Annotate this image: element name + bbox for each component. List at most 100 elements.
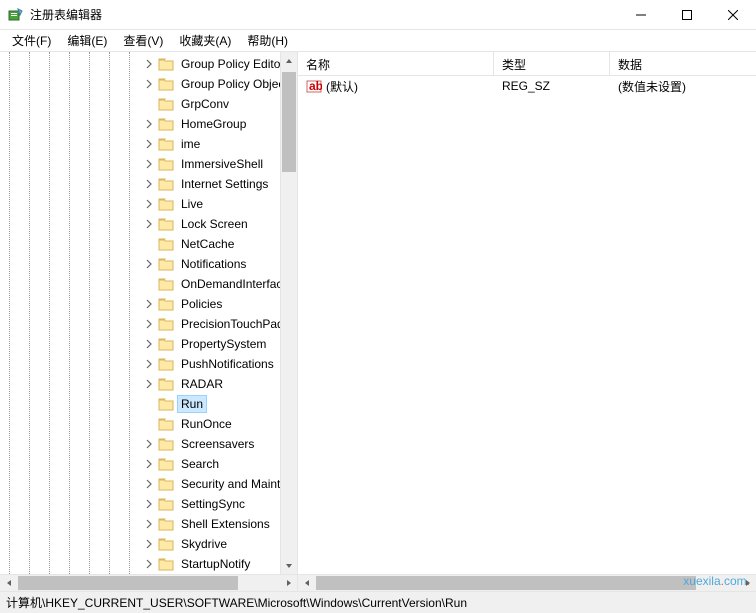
menu-file[interactable]: 文件(F) (4, 30, 59, 51)
tree-node-label[interactable]: Screensavers (178, 436, 257, 452)
tree-scrollbar-thumb[interactable] (282, 72, 296, 172)
tree-node[interactable]: Run (0, 394, 297, 414)
tree-node-label[interactable]: StartupNotify (178, 556, 253, 572)
minimize-button[interactable] (618, 0, 664, 30)
chevron-right-icon[interactable] (142, 77, 156, 91)
tree-node-label[interactable]: Skydrive (178, 536, 230, 552)
tree-node-label[interactable]: Lock Screen (178, 216, 251, 232)
chevron-right-icon[interactable] (142, 57, 156, 71)
tree-hscroll-thumb[interactable] (18, 576, 238, 590)
scroll-up-icon[interactable] (281, 52, 297, 69)
tree-node[interactable]: Internet Settings (0, 174, 297, 194)
chevron-right-icon[interactable] (142, 177, 156, 191)
tree-node[interactable]: RunOnce (0, 414, 297, 434)
column-type[interactable]: 类型 (494, 52, 610, 75)
scroll-right-icon[interactable] (739, 575, 756, 591)
tree-node[interactable]: OnDemandInterface (0, 274, 297, 294)
tree-node[interactable]: Lock Screen (0, 214, 297, 234)
tree-node-label[interactable]: RunOnce (178, 416, 235, 432)
tree-node[interactable]: GrpConv (0, 94, 297, 114)
tree-node-label[interactable]: Group Policy Objec (178, 76, 287, 92)
tree-node-label[interactable]: GrpConv (178, 96, 232, 112)
list-horizontal-scrollbar[interactable] (298, 574, 756, 591)
tree-node[interactable]: Notifications (0, 254, 297, 274)
tree-node-label[interactable]: Group Policy Editor (178, 56, 287, 72)
chevron-right-icon[interactable] (142, 477, 156, 491)
tree-node[interactable]: NetCache (0, 234, 297, 254)
chevron-right-icon[interactable] (142, 457, 156, 471)
tree-node-label[interactable]: PushNotifications (178, 356, 277, 372)
tree-horizontal-scrollbar[interactable] (0, 574, 297, 591)
tree-node-label[interactable]: Notifications (178, 256, 249, 272)
tree-node[interactable]: Search (0, 454, 297, 474)
tree-node[interactable]: PropertySystem (0, 334, 297, 354)
tree-node[interactable]: ime (0, 134, 297, 154)
maximize-button[interactable] (664, 0, 710, 30)
tree-node[interactable]: Policies (0, 294, 297, 314)
chevron-right-icon[interactable] (142, 197, 156, 211)
tree-node-label[interactable]: OnDemandInterface (178, 276, 292, 292)
column-name[interactable]: 名称 (298, 52, 494, 75)
tree-node[interactable]: Group Policy Editor (0, 54, 297, 74)
tree-node-label[interactable]: HomeGroup (178, 116, 249, 132)
chevron-right-icon[interactable] (142, 357, 156, 371)
tree-node-label[interactable]: RADAR (178, 376, 226, 392)
tree-node[interactable]: Skydrive (0, 534, 297, 554)
scroll-left-icon[interactable] (0, 575, 17, 591)
menu-view[interactable]: 查看(V) (115, 30, 171, 51)
chevron-right-icon[interactable] (142, 557, 156, 571)
menu-edit[interactable]: 编辑(E) (59, 30, 115, 51)
registry-tree[interactable]: Group Policy Editor Group Policy Objec Grp… (0, 52, 297, 574)
chevron-right-icon[interactable] (142, 537, 156, 551)
tree-node[interactable]: ImmersiveShell (0, 154, 297, 174)
tree-node-label[interactable]: ime (178, 136, 203, 152)
chevron-right-icon[interactable] (142, 297, 156, 311)
chevron-right-icon[interactable] (142, 157, 156, 171)
chevron-right-icon[interactable] (142, 337, 156, 351)
chevron-right-icon[interactable] (142, 117, 156, 131)
folder-icon (158, 297, 174, 311)
tree-node-label[interactable]: Policies (178, 296, 225, 312)
tree-node[interactable]: PrecisionTouchPad (0, 314, 297, 334)
chevron-right-icon[interactable] (142, 137, 156, 151)
tree-node-label[interactable]: Search (178, 456, 222, 472)
value-list[interactable]: ab(默认)REG_SZ(数值未设置) (298, 76, 756, 574)
tree-node[interactable]: Security and Mainte (0, 474, 297, 494)
tree-node-label[interactable]: SettingSync (178, 496, 248, 512)
scroll-right-icon[interactable] (280, 575, 297, 591)
scroll-down-icon[interactable] (281, 557, 297, 574)
tree-node-label[interactable]: Security and Mainte (178, 476, 290, 492)
list-hscroll-thumb[interactable] (316, 576, 696, 590)
tree-node-label[interactable]: PrecisionTouchPad (178, 316, 287, 332)
chevron-right-icon[interactable] (142, 377, 156, 391)
tree-node-label[interactable]: Shell Extensions (178, 516, 273, 532)
column-data[interactable]: 数据 (610, 52, 756, 75)
tree-node-label[interactable]: Internet Settings (178, 176, 271, 192)
list-row[interactable]: ab(默认)REG_SZ(数值未设置) (298, 76, 756, 96)
chevron-right-icon[interactable] (142, 517, 156, 531)
chevron-right-icon[interactable] (142, 317, 156, 331)
tree-node[interactable]: Group Policy Objec (0, 74, 297, 94)
menu-help[interactable]: 帮助(H) (239, 30, 296, 51)
tree-node-label[interactable]: Run (178, 396, 206, 412)
chevron-right-icon[interactable] (142, 437, 156, 451)
tree-node[interactable]: Shell Extensions (0, 514, 297, 534)
close-button[interactable] (710, 0, 756, 30)
tree-node[interactable]: Live (0, 194, 297, 214)
tree-node[interactable]: RADAR (0, 374, 297, 394)
tree-node-label[interactable]: Live (178, 196, 206, 212)
tree-node[interactable]: SettingSync (0, 494, 297, 514)
tree-node-label[interactable]: PropertySystem (178, 336, 269, 352)
tree-node[interactable]: HomeGroup (0, 114, 297, 134)
chevron-right-icon[interactable] (142, 497, 156, 511)
scroll-left-icon[interactable] (298, 575, 315, 591)
tree-node-label[interactable]: NetCache (178, 236, 237, 252)
chevron-right-icon[interactable] (142, 257, 156, 271)
tree-node[interactable]: StartupNotify (0, 554, 297, 574)
tree-node[interactable]: PushNotifications (0, 354, 297, 374)
chevron-right-icon[interactable] (142, 217, 156, 231)
tree-vertical-scrollbar[interactable] (280, 52, 297, 574)
tree-node-label[interactable]: ImmersiveShell (178, 156, 266, 172)
tree-node[interactable]: Screensavers (0, 434, 297, 454)
menu-favorites[interactable]: 收藏夹(A) (171, 30, 239, 51)
